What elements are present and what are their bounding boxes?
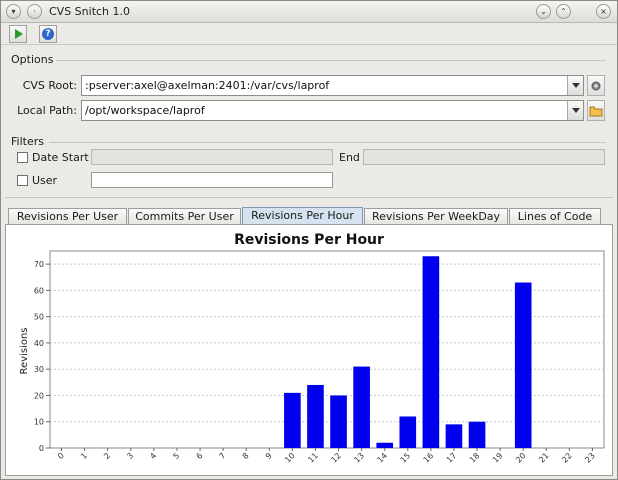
x-tick-label: 5 [171,451,181,461]
x-tick-label: 2 [102,451,112,461]
x-tick-label: 3 [125,451,135,461]
cvs-root-combo[interactable]: :pserver:axel@axelman:2401:/var/cvs/lapr… [81,75,584,96]
bar [422,256,440,448]
sticky-icon[interactable]: · [27,4,42,19]
x-tick-label: 23 [583,451,597,465]
bar [399,416,417,448]
y-axis-label: Revisions [19,327,30,374]
bar [468,421,486,448]
local-path-combo[interactable]: /opt/workspace/laprof [81,100,584,121]
tab-revisions-per-user[interactable]: Revisions Per User [8,208,127,225]
x-tick-label: 22 [560,451,574,465]
y-tick-label: 10 [34,418,44,427]
filters-title: Filters [11,135,44,148]
settings-icon [591,81,601,91]
bar [376,442,394,448]
bar [330,395,347,448]
help-button[interactable]: ? [39,25,57,43]
x-tick-label: 1 [79,451,89,461]
x-tick-label: 18 [468,451,482,465]
y-tick-label: 50 [34,313,44,322]
date-start-label: Date Start [32,151,89,164]
bar [353,366,370,448]
x-tick-label: 12 [329,451,343,465]
tab-lines-of-code[interactable]: Lines of Code [509,208,601,225]
x-tick-label: 7 [218,451,228,461]
x-tick-label: 16 [422,451,436,465]
chart-panel: Revisions Per Hour Revisions 0 10 20 30 40 50… [5,224,613,476]
minimize-icon[interactable]: ⌄ [536,4,551,19]
y-tick-label: 40 [34,339,44,348]
help-icon: ? [42,28,54,40]
x-tick-label: 14 [376,451,390,465]
x-tick-label: 13 [352,451,366,465]
app-window: ▾ · CVS Snitch 1.0 ⌄ ⌃ × ? Options CVS R… [0,0,618,480]
x-tick-label: 20 [514,451,528,465]
run-button[interactable] [9,25,27,43]
tab-revisions-per-weekday[interactable]: Revisions Per WeekDay [364,208,508,225]
bar [284,392,301,448]
options-divider [56,60,606,61]
local-path-value: /opt/workspace/laprof [85,104,205,117]
x-tick-label: 17 [445,451,459,465]
play-icon [15,29,23,39]
filters-divider [49,142,606,143]
user-field[interactable] [91,172,333,188]
window-menu-icon[interactable]: ▾ [6,4,21,19]
folder-icon [589,106,603,117]
y-tick-label: 0 [39,444,44,453]
y-tick-label: 30 [34,365,44,374]
x-tick-label: 9 [264,451,274,461]
x-tick-label: 6 [194,451,204,461]
close-icon[interactable]: × [596,4,611,19]
date-start-field[interactable] [91,149,333,165]
cvs-root-settings-button[interactable] [587,75,605,96]
end-date-field[interactable] [363,149,605,165]
toolbar: ? [1,23,617,45]
user-label: User [32,174,58,187]
maximize-icon[interactable]: ⌃ [556,4,571,19]
local-path-label: Local Path: [17,104,77,117]
filters-bottom-divider [5,197,613,198]
title-bar: ▾ · CVS Snitch 1.0 ⌄ ⌃ × [1,1,617,23]
bar [445,424,463,448]
x-tick-label: 0 [56,451,66,461]
bar [307,384,324,448]
y-tick-label: 70 [34,260,44,269]
cvs-root-value: :pserver:axel@axelman:2401:/var/cvs/lapr… [85,79,330,92]
chart-tabs: Revisions Per User Commits Per User Revi… [1,207,617,225]
x-tick-label: 15 [399,451,413,465]
x-tick-label: 10 [283,451,297,465]
user-checkbox[interactable] [17,175,28,186]
date-start-checkbox[interactable] [17,152,28,163]
tab-revisions-per-hour[interactable]: Revisions Per Hour [242,207,363,225]
x-tick-label: 8 [241,451,251,461]
chevron-down-icon[interactable] [567,76,583,95]
chart-title: Revisions Per Hour [234,232,384,248]
plot-area: 0102030405060700 1 2 3 4 5 6 7 8 9 10 11 12 13 14 15 16 1… [34,250,605,465]
chevron-down-icon[interactable] [567,101,583,120]
bar [514,282,532,448]
browse-folder-button[interactable] [587,100,605,121]
revisions-per-hour-chart: Revisions Per Hour Revisions 01020304050… [19,232,605,465]
x-tick-label: 4 [148,451,158,461]
x-tick-label: 19 [491,451,505,465]
window-title: CVS Snitch 1.0 [49,5,131,18]
y-tick-label: 20 [34,391,44,400]
cvs-root-label: CVS Root: [22,79,77,92]
options-title: Options [11,53,54,66]
x-tick-label: 21 [537,451,551,465]
x-tick-label: 11 [306,451,320,465]
end-label: End [339,151,360,164]
y-tick-label: 60 [34,286,44,295]
tab-commits-per-user[interactable]: Commits Per User [128,208,241,225]
